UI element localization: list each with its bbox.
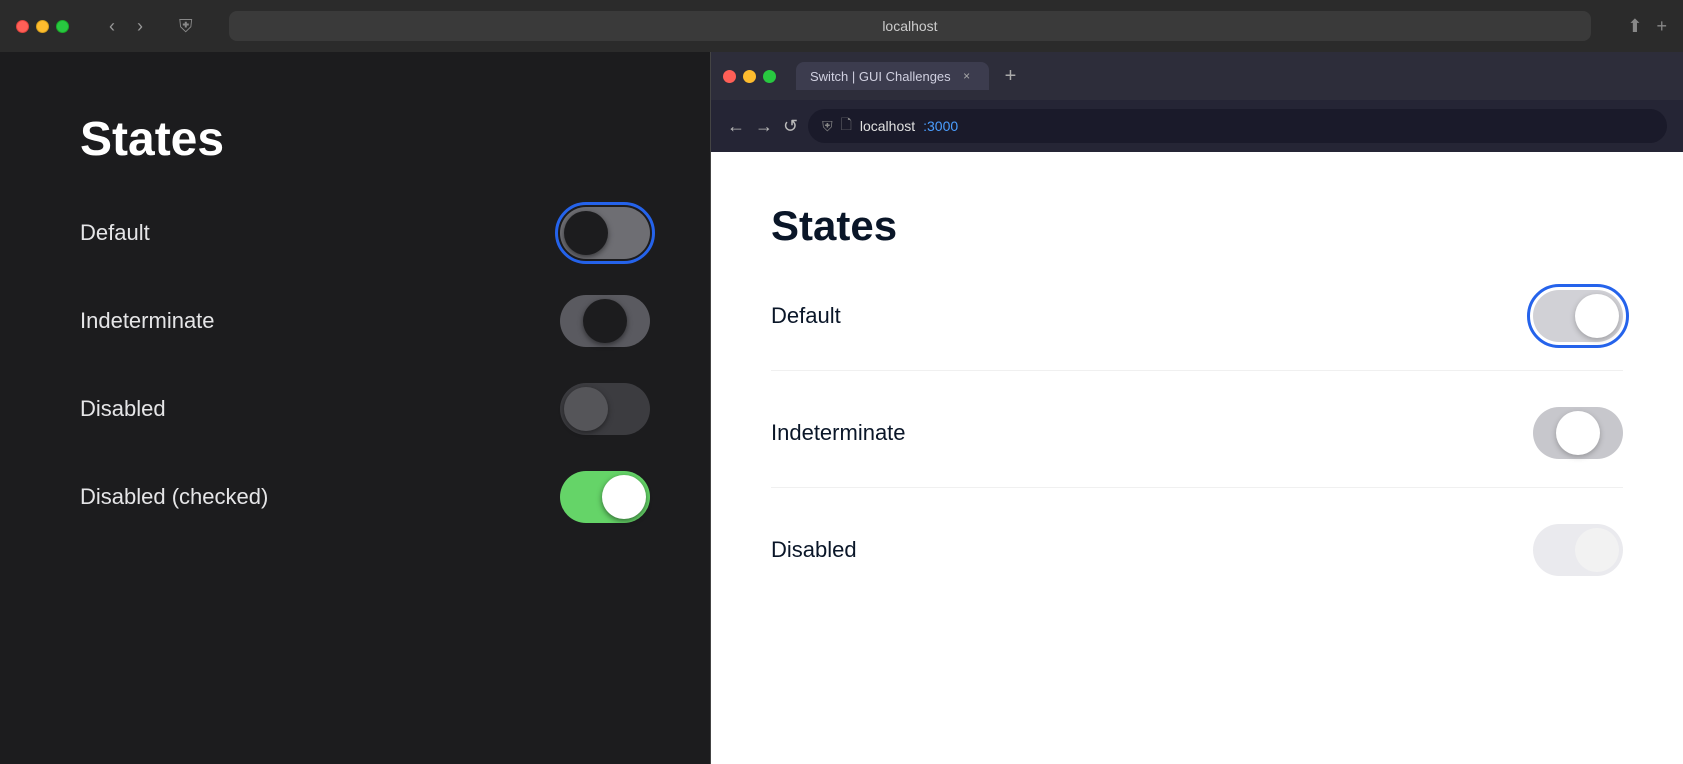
browser-reload-button[interactable]: ↺ bbox=[783, 116, 798, 137]
os-shield-icon: ⛨ bbox=[179, 16, 193, 37]
dark-row-indeterminate: Indeterminate bbox=[80, 295, 650, 347]
dark-toggle-default[interactable] bbox=[560, 207, 650, 259]
os-forward-button[interactable]: › bbox=[133, 14, 147, 39]
browser-document-icon: 🗋 bbox=[841, 114, 852, 138]
dark-knob-disabled-checked bbox=[602, 475, 646, 519]
dark-label-default: Default bbox=[80, 220, 150, 246]
dark-toggle-indeterminate[interactable] bbox=[560, 295, 650, 347]
browser-shield-icon: ⛨ bbox=[822, 118, 833, 135]
dark-knob-default bbox=[564, 211, 608, 255]
dark-label-indeterminate: Indeterminate bbox=[80, 308, 215, 334]
os-nav-buttons: ‹ › bbox=[105, 14, 147, 39]
os-share-icon[interactable]: ⬆ bbox=[1627, 16, 1642, 37]
dark-panel: States Default Indeterminate Disabled bbox=[0, 52, 710, 764]
light-label-indeterminate: Indeterminate bbox=[771, 420, 906, 446]
browser-page: States Default Indeterminate Disabled bbox=[711, 152, 1683, 764]
browser-back-button[interactable]: ← bbox=[727, 116, 745, 137]
browser-window: Switch | GUI Challenges × + ← → ↺ ⛨ 🗋 lo… bbox=[710, 52, 1683, 764]
os-minimize-button[interactable] bbox=[36, 20, 49, 33]
browser-tab-close[interactable]: × bbox=[959, 68, 975, 84]
dark-panel-content: States Default Indeterminate Disabled bbox=[0, 52, 710, 764]
light-knob-disabled bbox=[1575, 528, 1619, 572]
light-knob-default bbox=[1575, 294, 1619, 338]
browser-maximize-button[interactable] bbox=[763, 70, 776, 83]
os-newtab-icon[interactable]: + bbox=[1656, 16, 1667, 37]
dark-row-default: Default bbox=[80, 207, 650, 259]
browser-tab-label: Switch | GUI Challenges bbox=[810, 69, 951, 84]
browser-minimize-button[interactable] bbox=[743, 70, 756, 83]
light-knob-indeterminate bbox=[1556, 411, 1600, 455]
dark-row-disabled-checked: Disabled (checked) bbox=[80, 471, 650, 523]
os-traffic-lights bbox=[16, 20, 69, 33]
light-toggle-disabled bbox=[1533, 524, 1623, 576]
browser-url-port: :3000 bbox=[923, 118, 958, 134]
light-row-disabled: Disabled bbox=[771, 524, 1623, 604]
os-maximize-button[interactable] bbox=[56, 20, 69, 33]
browser-forward-button[interactable]: → bbox=[755, 116, 773, 137]
os-url-label: localhost bbox=[882, 18, 937, 34]
light-row-default: Default bbox=[771, 290, 1623, 371]
dark-toggle-disabled bbox=[560, 383, 650, 435]
browser-tab[interactable]: Switch | GUI Challenges × bbox=[796, 62, 989, 90]
light-section-title: States bbox=[771, 202, 1623, 250]
browser-url-main: localhost bbox=[860, 118, 915, 134]
light-row-indeterminate: Indeterminate bbox=[771, 407, 1623, 488]
light-toggle-default[interactable] bbox=[1533, 290, 1623, 342]
dark-label-disabled-checked: Disabled (checked) bbox=[80, 484, 268, 510]
dark-row-disabled: Disabled bbox=[80, 383, 650, 435]
browser-tab-bar: Switch | GUI Challenges × + bbox=[711, 52, 1683, 100]
browser-close-button[interactable] bbox=[723, 70, 736, 83]
browser-new-tab-button[interactable]: + bbox=[1005, 65, 1017, 88]
light-toggle-indeterminate[interactable] bbox=[1533, 407, 1623, 459]
dark-toggle-disabled-checked bbox=[560, 471, 650, 523]
browser-traffic-lights bbox=[723, 70, 776, 83]
os-close-button[interactable] bbox=[16, 20, 29, 33]
light-label-disabled: Disabled bbox=[771, 537, 857, 563]
browser-nav-bar: ← → ↺ ⛨ 🗋 localhost :3000 bbox=[711, 100, 1683, 152]
os-urlbar[interactable]: localhost bbox=[229, 11, 1592, 41]
dark-knob-disabled bbox=[564, 387, 608, 431]
dark-knob-indeterminate bbox=[583, 299, 627, 343]
dark-section-title: States bbox=[80, 112, 650, 167]
light-label-default: Default bbox=[771, 303, 841, 329]
os-back-button[interactable]: ‹ bbox=[105, 14, 119, 39]
os-titlebar: ‹ › ⛨ localhost ⬆ + bbox=[0, 0, 1683, 52]
os-action-buttons: ⬆ + bbox=[1627, 16, 1667, 37]
dark-label-disabled: Disabled bbox=[80, 396, 166, 422]
browser-urlbar[interactable]: ⛨ 🗋 localhost :3000 bbox=[808, 109, 1667, 143]
